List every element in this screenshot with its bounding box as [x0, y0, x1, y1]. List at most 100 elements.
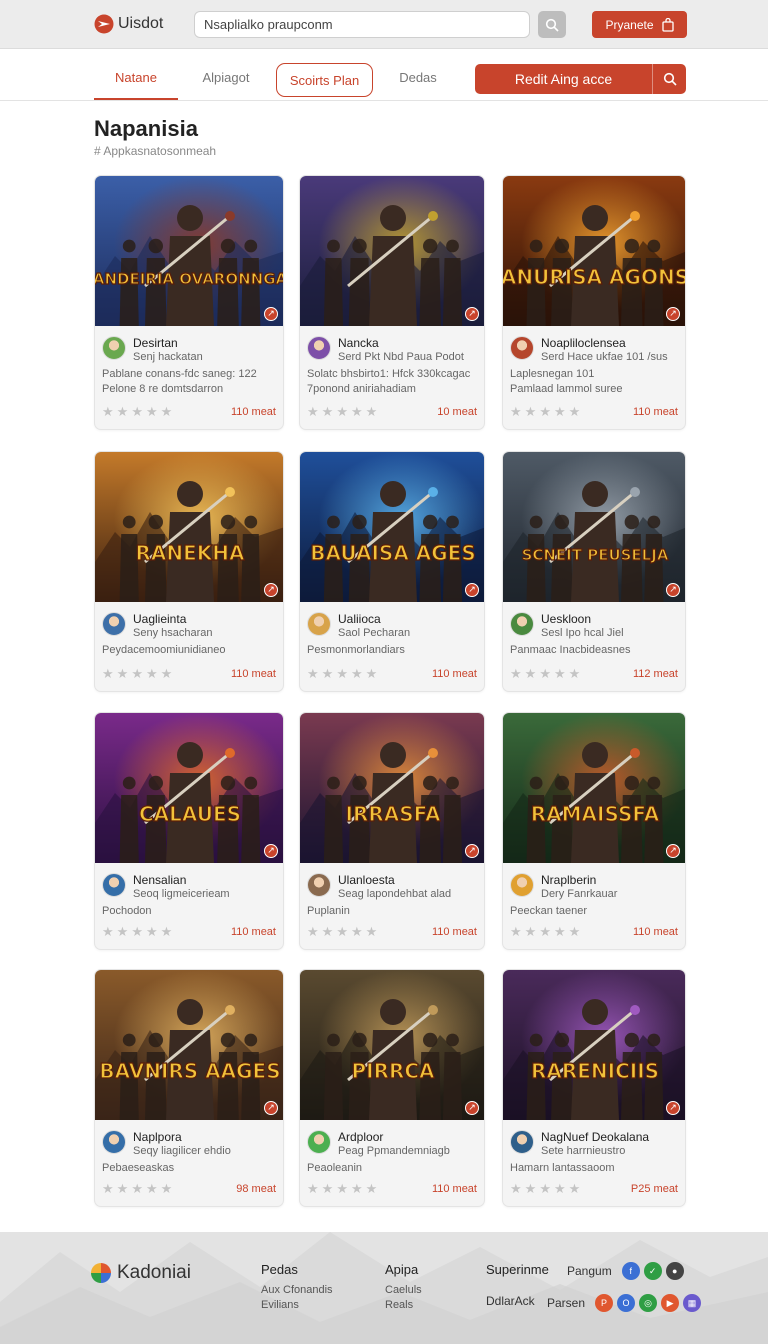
star-icon[interactable]: ★	[539, 404, 554, 419]
star-rating[interactable]: ★★★★★	[307, 404, 380, 420]
star-rating[interactable]: ★★★★★	[510, 666, 583, 682]
star-rating[interactable]: ★★★★★	[102, 404, 175, 420]
avatar[interactable]	[102, 336, 126, 360]
star-icon[interactable]: ★	[131, 1181, 146, 1196]
link-icon[interactable]: ↗	[666, 1101, 680, 1115]
account-button[interactable]: Pryanete	[592, 11, 687, 38]
grid-icon[interactable]: ▦	[683, 1294, 702, 1312]
o-icon[interactable]: O	[617, 1294, 636, 1312]
star-icon[interactable]: ★	[146, 1181, 161, 1196]
avatar[interactable]	[510, 873, 534, 897]
star-rating[interactable]: ★★★★★	[307, 924, 380, 940]
star-icon[interactable]: ★	[569, 666, 584, 681]
star-icon[interactable]: ★	[366, 404, 381, 419]
star-icon[interactable]: ★	[131, 924, 146, 939]
ring-icon[interactable]: ◎	[639, 1294, 658, 1312]
game-card[interactable]: IRRASFA ↗ Ulanloesta Seag lapondehbat alad P…	[299, 712, 485, 950]
game-title[interactable]: Desirtan	[133, 336, 203, 350]
social-label[interactable]: DdlarAck	[486, 1294, 535, 1308]
star-icon[interactable]: ★	[146, 404, 161, 419]
star-icon[interactable]: ★	[117, 666, 132, 681]
star-icon[interactable]: ★	[322, 924, 337, 939]
star-icon[interactable]: ★	[351, 404, 366, 419]
footer-link[interactable]: Aux Cfonandis	[261, 1283, 333, 1298]
star-rating[interactable]: ★★★★★	[307, 1181, 380, 1197]
star-icon[interactable]: ★	[161, 404, 176, 419]
star-icon[interactable]: ★	[336, 1181, 351, 1196]
star-icon[interactable]: ★	[336, 924, 351, 939]
link-icon[interactable]: ↗	[666, 844, 680, 858]
game-title[interactable]: Ualiioca	[338, 612, 410, 626]
game-cover-image[interactable]: CALAUES ↗	[95, 713, 283, 863]
star-icon[interactable]: ★	[336, 666, 351, 681]
footer-link[interactable]: Evilians	[261, 1298, 333, 1313]
chat-icon[interactable]: ●	[665, 1262, 684, 1280]
star-icon[interactable]: ★	[161, 1181, 176, 1196]
link-icon[interactable]: ↗	[264, 1101, 278, 1115]
star-icon[interactable]: ★	[569, 404, 584, 419]
link-icon[interactable]: ↗	[666, 583, 680, 597]
avatar[interactable]	[307, 336, 331, 360]
social-label[interactable]: Parsen	[547, 1296, 585, 1310]
star-icon[interactable]: ★	[539, 1181, 554, 1196]
star-icon[interactable]: ★	[569, 1181, 584, 1196]
star-icon[interactable]: ★	[366, 1181, 381, 1196]
star-icon[interactable]: ★	[366, 666, 381, 681]
game-cover-image[interactable]: ↗	[300, 176, 484, 326]
search-button[interactable]	[538, 11, 566, 38]
game-card[interactable]: ↗ Nancka Serd Pkt Nbd Paua Podot Solatc bhs…	[299, 175, 485, 430]
star-rating[interactable]: ★★★★★	[102, 924, 175, 940]
star-icon[interactable]: ★	[351, 1181, 366, 1196]
game-title[interactable]: Naplpora	[133, 1130, 231, 1144]
star-rating[interactable]: ★★★★★	[510, 404, 583, 420]
star-icon[interactable]: ★	[102, 666, 117, 681]
star-icon[interactable]: ★	[525, 404, 540, 419]
star-icon[interactable]: ★	[131, 404, 146, 419]
footer-logo[interactable]: Kadoniai	[90, 1262, 191, 1284]
facebook-icon[interactable]: f	[621, 1262, 640, 1280]
star-icon[interactable]: ★	[322, 666, 337, 681]
link-icon[interactable]: ↗	[465, 307, 479, 321]
star-icon[interactable]: ★	[539, 924, 554, 939]
link-icon[interactable]: ↗	[264, 583, 278, 597]
star-icon[interactable]: ★	[117, 924, 132, 939]
star-rating[interactable]: ★★★★★	[510, 1181, 583, 1197]
link-icon[interactable]: ↗	[465, 1101, 479, 1115]
game-title[interactable]: Ulanloesta	[338, 873, 451, 887]
game-title[interactable]: Nraplberin	[541, 873, 617, 887]
star-icon[interactable]: ★	[161, 924, 176, 939]
game-cover-image[interactable]: BAVNIRS AAGES ↗	[95, 970, 283, 1120]
star-icon[interactable]: ★	[510, 404, 525, 419]
game-cover-image[interactable]: PIRRCA ↗	[300, 970, 484, 1120]
avatar[interactable]	[102, 1130, 126, 1154]
star-icon[interactable]: ★	[510, 666, 525, 681]
play-icon[interactable]: ▶	[661, 1294, 680, 1312]
star-icon[interactable]: ★	[510, 924, 525, 939]
game-cover-image[interactable]: RARENICIIS ↗	[503, 970, 685, 1120]
game-title[interactable]: Uaglieinta	[133, 612, 213, 626]
star-rating[interactable]: ★★★★★	[510, 924, 583, 940]
avatar[interactable]	[307, 873, 331, 897]
star-icon[interactable]: ★	[539, 666, 554, 681]
avatar[interactable]	[102, 612, 126, 636]
star-icon[interactable]: ★	[525, 1181, 540, 1196]
game-cover-image[interactable]: ANDEIRIA OVARONNGA ↗	[95, 176, 283, 326]
footer-link[interactable]: Caeluls	[385, 1283, 422, 1298]
star-icon[interactable]: ★	[117, 404, 132, 419]
star-icon[interactable]: ★	[307, 1181, 322, 1196]
star-icon[interactable]: ★	[307, 666, 322, 681]
star-icon[interactable]: ★	[510, 1181, 525, 1196]
cta-search-icon[interactable]	[652, 64, 686, 94]
game-cover-image[interactable]: BAUAISA AGES ↗	[300, 452, 484, 602]
star-icon[interactable]: ★	[336, 404, 351, 419]
avatar[interactable]	[307, 1130, 331, 1154]
game-card[interactable]: RANEKHA ↗ Uaglieinta Seny hsacharan Peydacem…	[94, 451, 284, 692]
game-cover-image[interactable]: RANEKHA ↗	[95, 452, 283, 602]
link-icon[interactable]: ↗	[264, 844, 278, 858]
game-card[interactable]: BAUAISA AGES ↗ Ualiioca Saol Pecharan Pesmon…	[299, 451, 485, 692]
search-input[interactable]	[194, 11, 530, 38]
logo[interactable]: Uisdot	[94, 14, 163, 34]
star-icon[interactable]: ★	[351, 666, 366, 681]
link-icon[interactable]: ↗	[264, 307, 278, 321]
star-icon[interactable]: ★	[322, 404, 337, 419]
